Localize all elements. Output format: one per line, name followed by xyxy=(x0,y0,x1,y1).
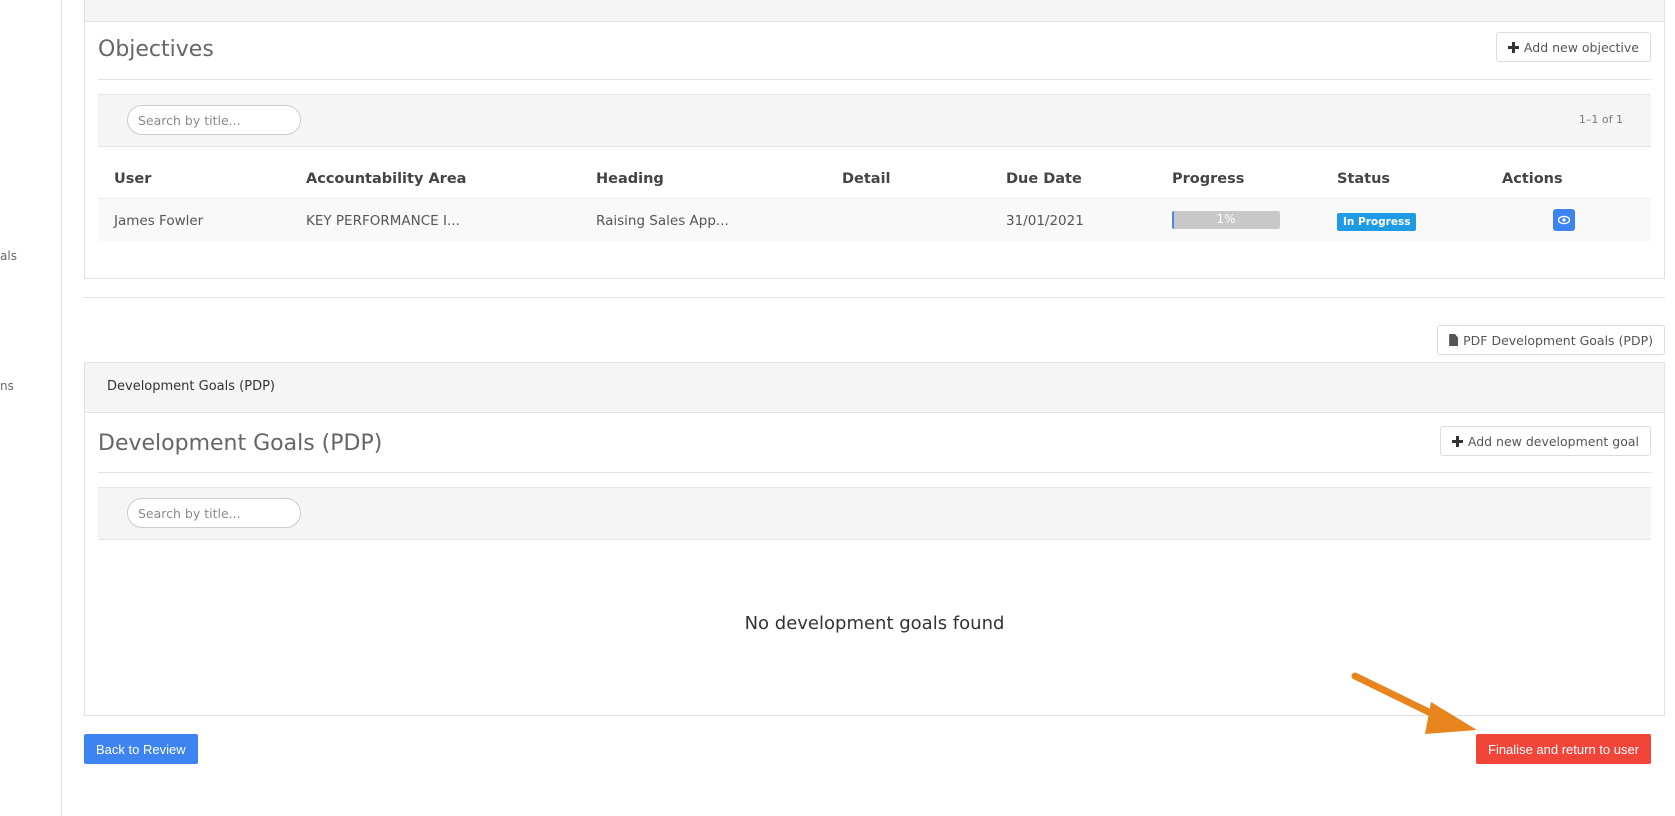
back-to-review-button[interactable]: Back to Review xyxy=(84,734,198,764)
divider xyxy=(98,472,1651,473)
pdf-button-label: PDF Development Goals (PDP) xyxy=(1463,332,1653,348)
add-objective-button[interactable]: Add new objective xyxy=(1495,32,1651,62)
finalise-and-return-button[interactable]: Finalise and return to user xyxy=(1476,734,1652,764)
column-header-status[interactable]: Status xyxy=(1337,171,1390,187)
cell-heading: Raising Sales App... xyxy=(596,213,729,229)
objectives-panel: Objectives Add new objective 1–1 of 1 Us… xyxy=(84,0,1665,279)
column-header-progress[interactable]: Progress xyxy=(1172,171,1244,187)
add-development-goal-button[interactable]: Add new development goal xyxy=(1439,426,1651,456)
sidebar-item-label[interactable]: als xyxy=(0,249,17,263)
development-goals-panel: Development Goals (PDP) Development Goal… xyxy=(84,362,1665,716)
empty-state-message: No development goals found xyxy=(744,613,1005,634)
annotation-arrow-icon xyxy=(1351,672,1477,734)
column-header-user[interactable]: User xyxy=(114,171,151,187)
column-header-accountability-area[interactable]: Accountability Area xyxy=(306,171,466,187)
cell-user: James Fowler xyxy=(114,213,204,229)
cell-due-date: 31/01/2021 xyxy=(1006,213,1084,229)
eye-icon xyxy=(1558,215,1570,225)
progress-bar: 1% xyxy=(1172,211,1280,229)
pdf-development-goals-button[interactable]: PDF Development Goals (PDP) xyxy=(1437,325,1665,355)
divider xyxy=(98,79,1651,80)
development-goals-search-input[interactable] xyxy=(127,498,301,528)
development-goals-title: Development Goals (PDP) xyxy=(98,431,383,456)
file-icon xyxy=(1449,334,1459,346)
column-header-actions: Actions xyxy=(1502,171,1563,187)
plus-icon xyxy=(1507,41,1519,53)
status-badge: In Progress xyxy=(1337,213,1417,231)
column-header-heading[interactable]: Heading xyxy=(596,171,664,187)
development-goals-tabbar: Development Goals (PDP) xyxy=(85,363,1664,413)
table-row[interactable]: James Fowler KEY PERFORMANCE I... Raisin… xyxy=(98,198,1651,241)
column-header-due-date[interactable]: Due Date xyxy=(1006,171,1082,187)
sidebar-item-label[interactable]: ns xyxy=(0,379,14,393)
plus-icon xyxy=(1451,435,1463,447)
objectives-title: Objectives xyxy=(98,37,214,62)
development-goals-toolbar xyxy=(98,487,1651,540)
objectives-search-input[interactable] xyxy=(127,105,301,135)
pagination-info: 1–1 of 1 xyxy=(1578,113,1623,126)
add-objective-label: Add new objective xyxy=(1523,39,1639,55)
cell-accountability-area: KEY PERFORMANCE I... xyxy=(306,213,460,229)
progress-label: 1% xyxy=(1216,212,1236,226)
sidebar: als ns xyxy=(0,0,62,816)
development-goals-tab[interactable]: Development Goals (PDP) xyxy=(107,379,275,394)
objectives-tabbar xyxy=(85,0,1664,22)
add-development-goal-label: Add new development goal xyxy=(1467,433,1639,449)
view-button[interactable] xyxy=(1553,209,1575,231)
objectives-toolbar: 1–1 of 1 xyxy=(98,94,1651,147)
column-header-detail[interactable]: Detail xyxy=(842,171,891,187)
section-divider xyxy=(84,297,1665,298)
